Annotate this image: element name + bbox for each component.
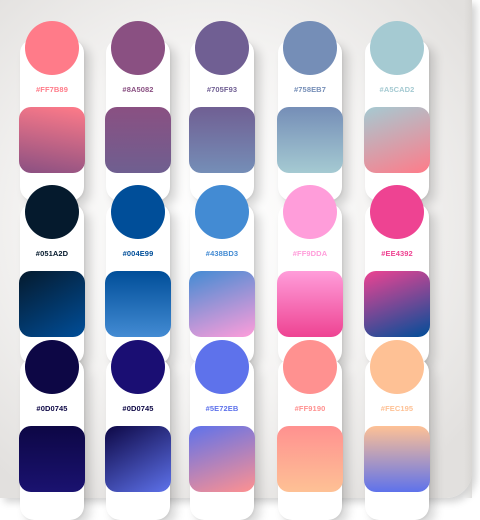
swatch-hex-label: #758EB7	[294, 85, 326, 94]
swatch-circle	[25, 340, 79, 394]
swatch-hex-label: #705F93	[206, 85, 238, 94]
swatch-gradient	[19, 271, 85, 337]
swatch-circle	[283, 21, 337, 75]
swatch-gradient	[364, 426, 430, 492]
swatch-hex-label: #A5CAD2	[379, 85, 415, 94]
swatch-circle	[370, 185, 424, 239]
swatch-hex-label: #0D0745	[36, 404, 68, 413]
swatch-circle	[25, 185, 79, 239]
swatch-hex-label: #FF7B89	[36, 85, 68, 94]
swatch-gradient	[364, 107, 430, 173]
swatch-circle	[370, 340, 424, 394]
swatch-hex-label: #FEC195	[380, 404, 414, 413]
swatch-gradient	[189, 271, 255, 337]
swatch-circle	[25, 21, 79, 75]
swatch-circle	[195, 21, 249, 75]
swatch-hex-label: #5E72EB	[205, 404, 239, 413]
swatch-hex-label: #438BD3	[205, 249, 239, 258]
swatch-circle	[370, 21, 424, 75]
swatch-gradient	[277, 107, 343, 173]
swatch-gradient	[19, 107, 85, 173]
swatch-circle	[111, 21, 165, 75]
swatch-gradient	[189, 107, 255, 173]
swatch-gradient	[189, 426, 255, 492]
swatch-hex-label: #051A2D	[35, 249, 69, 258]
swatch-gradient	[277, 271, 343, 337]
swatch-hex-label: #FF9190	[294, 404, 326, 413]
swatch-circle	[111, 185, 165, 239]
swatch-gradient	[19, 426, 85, 492]
swatch-hex-label: #EE4392	[381, 249, 413, 258]
swatch-circle	[195, 340, 249, 394]
swatch-gradient	[364, 271, 430, 337]
swatch-hex-label: #0D0745	[122, 404, 154, 413]
swatch-hex-label: #8A5082	[122, 85, 154, 94]
swatch-circle	[283, 340, 337, 394]
swatch-circle	[195, 185, 249, 239]
swatch-circle	[283, 185, 337, 239]
swatch-gradient	[277, 426, 343, 492]
swatch-gradient	[105, 271, 171, 337]
swatch-gradient	[105, 426, 171, 492]
swatch-circle	[111, 340, 165, 394]
swatch-gradient	[105, 107, 171, 173]
swatch-hex-label: #FF9DDA	[292, 249, 328, 258]
swatch-hex-label: #004E99	[122, 249, 154, 258]
